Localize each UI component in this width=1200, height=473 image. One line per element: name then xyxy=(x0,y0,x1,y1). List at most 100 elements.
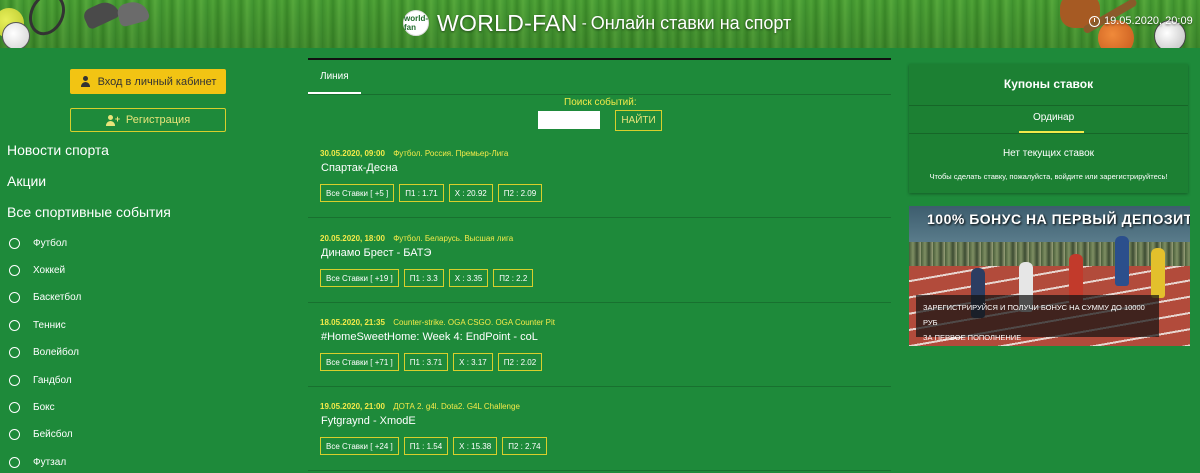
user-icon xyxy=(80,76,92,87)
search-input[interactable] xyxy=(538,111,600,129)
sidebar-item-volleyball[interactable]: Волейбол xyxy=(9,347,79,358)
sidebar-item-tennis[interactable]: Теннис xyxy=(9,320,66,331)
sidebar-item-football[interactable]: Футбол xyxy=(9,238,67,249)
clock-icon xyxy=(1089,15,1100,27)
promo-stands xyxy=(909,242,1190,268)
all-bets-button[interactable]: Все Ставки [ +24 ] xyxy=(320,437,399,455)
odd-p1-button[interactable]: П1 : 3.71 xyxy=(403,353,449,371)
odd-x-button[interactable]: X : 20.92 xyxy=(448,184,493,202)
sidebar-item-handball[interactable]: Гандбол xyxy=(9,375,72,386)
divider xyxy=(308,386,891,387)
promo-text-box: ЗАРЕГИСТРИРУЙСЯ И ПОЛУЧИ БОНУС НА СУММУ … xyxy=(916,295,1159,342)
datetime-display: 19.05.2020, 20:09 xyxy=(1089,15,1193,27)
brand-separator: - xyxy=(581,14,587,32)
runner-figure xyxy=(1151,248,1165,298)
event-league: Футбол. Беларусь. Высшая лига xyxy=(393,234,514,243)
futsal-icon xyxy=(9,457,20,468)
divider xyxy=(308,470,891,471)
sidebar-item-baseball[interactable]: Бейсбол xyxy=(9,429,73,440)
register-button[interactable]: + Регистрация xyxy=(70,108,226,132)
event-title[interactable]: Спартак-Десна xyxy=(321,162,398,174)
brand-name: WORLD-FAN xyxy=(437,9,578,36)
sidebar-item-basketball[interactable]: Баскетбол xyxy=(9,292,81,303)
football-icon xyxy=(9,238,20,249)
promo-line: ЗАРЕГИСТРИРУЙСЯ И ПОЛУЧИ БОНУС НА СУММУ … xyxy=(923,303,1145,327)
odds-row: Все Ставки [ +24 ] П1 : 1.54 X : 15.38 П… xyxy=(320,437,552,455)
divider xyxy=(909,133,1188,134)
divider xyxy=(308,217,891,218)
coupon-title: Купоны ставок xyxy=(1003,77,1094,91)
sidebar-item-boxing[interactable]: Бокс xyxy=(9,402,55,413)
promo-headline: 100% БОНУС НА ПЕРВЫЙ ДЕПОЗИТ xyxy=(927,211,1190,227)
event-item: 30.05.2020, 09:00 Футбол. Россия. Премье… xyxy=(308,149,891,233)
promo-banner[interactable]: 100% БОНУС НА ПЕРВЫЙ ДЕПОЗИТ ЗАРЕГИСТРИР… xyxy=(909,206,1190,346)
odd-p2-button[interactable]: П2 : 2.09 xyxy=(497,184,543,202)
user-plus-icon: + xyxy=(105,114,120,126)
sneaker-icon xyxy=(81,0,121,31)
odd-p2-button[interactable]: П2 : 2.2 xyxy=(493,269,534,287)
runner-figure xyxy=(1115,236,1129,286)
event-date: 30.05.2020, 09:00 xyxy=(320,149,385,158)
odd-x-button[interactable]: X : 3.17 xyxy=(453,353,493,371)
event-item: 20.05.2020, 18:00 Футбол. Беларусь. Высш… xyxy=(308,234,891,318)
odd-p1-button[interactable]: П1 : 3.3 xyxy=(403,269,444,287)
coupon-hint: Чтобы сделать ставку, пожалуйста, войдит… xyxy=(929,172,1168,181)
tab-line[interactable]: Линия xyxy=(320,71,349,82)
event-item: 19.05.2020, 21:00 ДОТА 2. g4l. Dota2. G4… xyxy=(308,402,891,473)
promo-line: ЗА ПЕРВОЕ ПОПОЛНЕНИЕ xyxy=(923,333,1022,342)
event-date: 20.05.2020, 18:00 xyxy=(320,234,385,243)
odd-p1-button[interactable]: П1 : 1.54 xyxy=(403,437,449,455)
all-bets-button[interactable]: Все Ставки [ +5 ] xyxy=(320,184,395,202)
sidebar-item-label: Баскетбол xyxy=(33,292,82,303)
odd-x-button[interactable]: X : 3.35 xyxy=(448,269,489,287)
search-label: Поиск событий: xyxy=(564,97,637,108)
sidebar-item-label: Бейсбол xyxy=(33,429,73,440)
event-title[interactable]: Динамо Брест - БАТЭ xyxy=(321,247,431,259)
events-panel: Линия Поиск событий: НАЙТИ 30.05.2020, 0… xyxy=(308,58,891,473)
divider xyxy=(308,94,891,95)
hockey-puck-icon xyxy=(9,265,20,276)
divider xyxy=(909,105,1188,106)
odd-x-button[interactable]: X : 15.38 xyxy=(453,437,498,455)
sidebar-link-news[interactable]: Новости спорта xyxy=(7,142,109,158)
odds-row: Все Ставки [ +71 ] П1 : 3.71 X : 3.17 П2… xyxy=(320,353,547,371)
sidebar: Вход в личный кабинет + Регистрация Ново… xyxy=(0,48,300,473)
sneaker-icon xyxy=(115,0,151,28)
event-date: 19.05.2020, 21:00 xyxy=(320,402,385,411)
sidebar-item-label: Футзал xyxy=(33,457,67,468)
event-date: 18.05.2020, 21:35 xyxy=(320,318,385,327)
odd-p2-button[interactable]: П2 : 2.02 xyxy=(497,353,543,371)
tennis-icon xyxy=(9,320,20,331)
event-league: Counter-strike. OGA CSGO. OGA Counter Pi… xyxy=(393,318,556,327)
logo-globe-icon: world-fan xyxy=(403,10,429,36)
divider xyxy=(308,58,891,60)
odd-p1-button[interactable]: П1 : 1.71 xyxy=(399,184,444,202)
brand-tagline: Онлайн ставки на спорт xyxy=(590,12,792,33)
sidebar-item-hockey[interactable]: Хоккей xyxy=(9,265,65,276)
handball-icon xyxy=(9,375,20,386)
event-league: Футбол. Россия. Премьер-Лига xyxy=(393,149,509,158)
baseball-icon xyxy=(9,429,20,440)
sidebar-link-promotions[interactable]: Акции xyxy=(7,173,46,189)
odd-p2-button[interactable]: П2 : 2.74 xyxy=(502,437,547,455)
all-bets-button[interactable]: Все Ставки [ +71 ] xyxy=(320,353,399,371)
divider xyxy=(308,302,891,303)
odds-row: Все Ставки [ +19 ] П1 : 3.3 X : 3.35 П2 … xyxy=(320,269,538,287)
event-meta: 19.05.2020, 21:00 ДОТА 2. g4l. Dota2. G4… xyxy=(320,402,520,411)
event-title[interactable]: Fytgraynd - XmodE xyxy=(321,415,416,427)
coupon-empty-message: Нет текущих ставок xyxy=(1002,148,1095,159)
event-title[interactable]: #HomeSweetHome: Week 4: EndPoint - coL xyxy=(321,331,538,343)
tab-single-bet[interactable]: Ординар xyxy=(1033,112,1074,123)
brand[interactable]: world-fan WORLD-FAN - Онлайн ставки на с… xyxy=(403,8,791,38)
sidebar-item-label: Теннис xyxy=(33,320,66,331)
soccer-ball-icon xyxy=(2,22,30,48)
login-button[interactable]: Вход в личный кабинет xyxy=(70,69,226,94)
search-button[interactable]: НАЙТИ xyxy=(615,110,662,131)
all-bets-button[interactable]: Все Ставки [ +19 ] xyxy=(320,269,399,287)
event-meta: 18.05.2020, 21:35 Counter-strike. OGA CS… xyxy=(320,318,555,327)
sidebar-item-label: Бокс xyxy=(33,402,55,413)
sidebar-item-label: Футбол xyxy=(33,238,68,249)
sidebar-item-futsal[interactable]: Футзал xyxy=(9,457,66,468)
event-meta: 30.05.2020, 09:00 Футбол. Россия. Премье… xyxy=(320,149,508,158)
sidebar-link-all-events[interactable]: Все спортивные события xyxy=(7,204,171,220)
